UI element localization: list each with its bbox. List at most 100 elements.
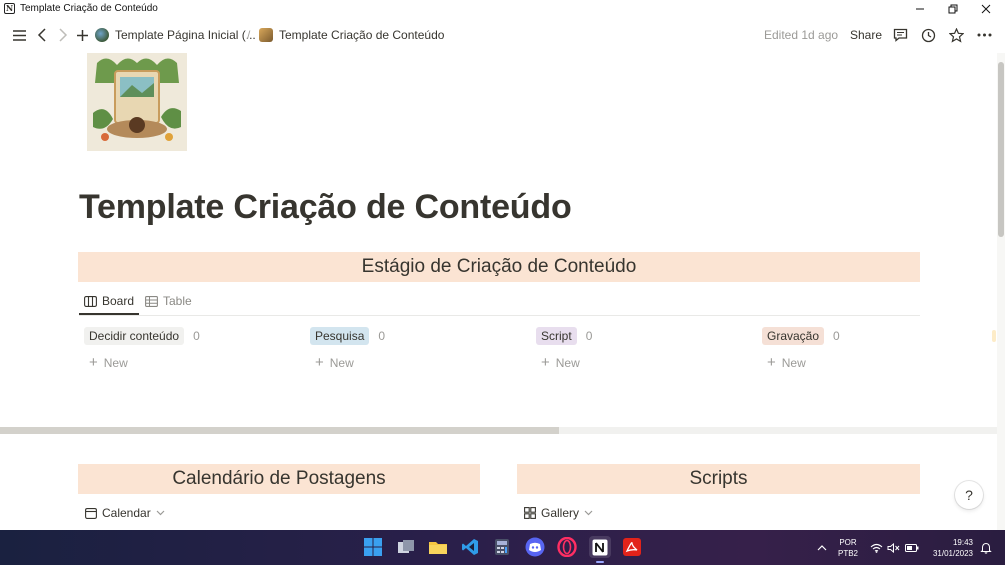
view-label: Gallery (541, 506, 580, 520)
notifications-button[interactable] (980, 530, 992, 565)
page-title[interactable]: Template Criação de Conteúdo (79, 188, 572, 227)
star-icon (948, 27, 964, 43)
volume-muted-icon (887, 542, 900, 553)
column-status-label[interactable]: Gravação (762, 327, 825, 345)
clock-area[interactable]: 19:43 31/01/2023 (929, 530, 973, 565)
breadcrumb-label: Template Página Inicial (... (115, 28, 256, 42)
board-column-script: Script 0 + New (536, 327, 756, 387)
board-column-pesquisa: Pesquisa 0 + New (310, 327, 530, 387)
chevron-down-icon (584, 510, 593, 516)
new-card-button[interactable]: + New (84, 354, 304, 371)
calendar-section-heading[interactable]: Calendário de Postagens (78, 464, 480, 494)
board-column-partial (992, 330, 996, 342)
column-count: 0 (378, 329, 386, 343)
plus-icon: + (541, 354, 550, 371)
column-status-label[interactable]: Pesquisa (310, 327, 370, 345)
acrobat-icon (623, 538, 641, 556)
share-button[interactable]: Share (850, 17, 882, 53)
forward-button[interactable] (55, 17, 71, 53)
acrobat-button[interactable] (621, 536, 643, 558)
window-title: Template Criação de Conteúdo (20, 3, 158, 14)
chevron-left-icon (37, 28, 46, 42)
page-icon-image[interactable] (87, 53, 187, 151)
calculator-button[interactable] (491, 536, 513, 558)
gallery-icon (524, 507, 536, 519)
task-view-icon (398, 540, 414, 553)
breadcrumb-label: Template Criação de Conteúdo (279, 28, 445, 42)
new-page-button[interactable] (74, 17, 90, 53)
windows-start-button[interactable] (362, 536, 384, 558)
breadcrumb-home[interactable]: Template Página Inicial (... (95, 17, 256, 53)
vscode-button[interactable] (459, 536, 481, 558)
chevron-up-icon (817, 544, 827, 550)
plus-icon: + (89, 354, 98, 371)
updates-button[interactable] (918, 17, 938, 53)
breadcrumb-separator: / (247, 28, 251, 42)
favorite-button[interactable] (946, 17, 966, 53)
clock-icon (921, 28, 935, 42)
column-status-label[interactable]: Decidir conteúdo (84, 327, 185, 345)
home-page-icon (95, 28, 109, 42)
calendar-icon (85, 508, 97, 519)
opera-gx-button[interactable] (556, 536, 578, 558)
tab-label: Board (102, 294, 135, 308)
chevron-right-icon (59, 28, 68, 42)
close-window-button[interactable] (969, 0, 1003, 17)
page-cover-illustration (87, 53, 187, 151)
file-explorer-button[interactable] (427, 536, 449, 558)
show-hidden-icons-button[interactable] (817, 530, 827, 565)
scrollbar-thumb[interactable] (998, 62, 1004, 237)
board-column-decidir: Decidir conteúdo 0 + New (84, 327, 304, 387)
calendar-view-selector[interactable]: Calendar (85, 502, 165, 524)
discord-button[interactable] (524, 536, 546, 558)
new-label: New (555, 356, 580, 370)
notion-topbar: Template Página Inicial (... / Template … (0, 17, 1005, 53)
scrollbar-thumb[interactable] (0, 427, 559, 434)
column-count: 0 (585, 329, 593, 343)
scripts-section-heading[interactable]: Scripts (517, 464, 920, 494)
active-app-indicator (596, 561, 604, 563)
notion-taskbar-button[interactable] (589, 536, 611, 558)
restore-button[interactable] (936, 0, 970, 17)
breadcrumb-current[interactable]: Template Criação de Conteúdo (259, 17, 444, 53)
gallery-view-selector[interactable]: Gallery (524, 502, 593, 524)
column-status-label[interactable]: Script (536, 327, 577, 345)
opera-icon (557, 537, 577, 557)
view-label: Calendar (102, 506, 151, 520)
board-section-heading[interactable]: Estágio de Criação de Conteúdo (78, 252, 920, 282)
back-button[interactable] (34, 17, 50, 53)
board-column-gravacao: Gravação 0 + New (762, 327, 982, 387)
tab-table[interactable]: Table (145, 290, 192, 312)
comments-button[interactable] (890, 17, 910, 53)
minimize-icon (916, 8, 924, 9)
battery-button[interactable] (905, 530, 919, 565)
tab-board[interactable]: Board (84, 290, 134, 312)
more-options-button[interactable] (974, 17, 994, 53)
network-button[interactable] (870, 530, 883, 565)
notion-icon (592, 539, 608, 555)
table-view-icon (145, 295, 158, 307)
plus-icon: + (767, 354, 776, 371)
more-horizontal-icon (977, 33, 991, 37)
discord-icon (525, 537, 545, 557)
sidebar-menu-button[interactable] (9, 17, 29, 53)
plus-icon: + (315, 354, 324, 371)
notification-bell-icon (980, 542, 992, 554)
input-language-indicator[interactable]: POR PTB2 (838, 530, 858, 565)
volume-button[interactable] (887, 530, 900, 565)
tab-label: Table (163, 294, 192, 308)
wifi-icon (870, 543, 883, 553)
column-count: 0 (193, 329, 200, 343)
new-label: New (329, 356, 354, 370)
battery-icon (905, 543, 919, 552)
task-view-button[interactable] (395, 536, 417, 558)
page-icon (259, 28, 273, 42)
minimize-button[interactable] (903, 0, 937, 17)
windows-taskbar: POR PTB2 19:43 31/01/2023 (0, 530, 1005, 565)
help-button[interactable]: ? (955, 481, 983, 509)
new-card-button[interactable]: + New (536, 354, 756, 371)
window-titlebar: N Template Criação de Conteúdo (0, 0, 1005, 17)
new-card-button[interactable]: + New (762, 354, 982, 371)
new-card-button[interactable]: + New (310, 354, 530, 371)
clock-time: 19:43 (952, 537, 973, 547)
